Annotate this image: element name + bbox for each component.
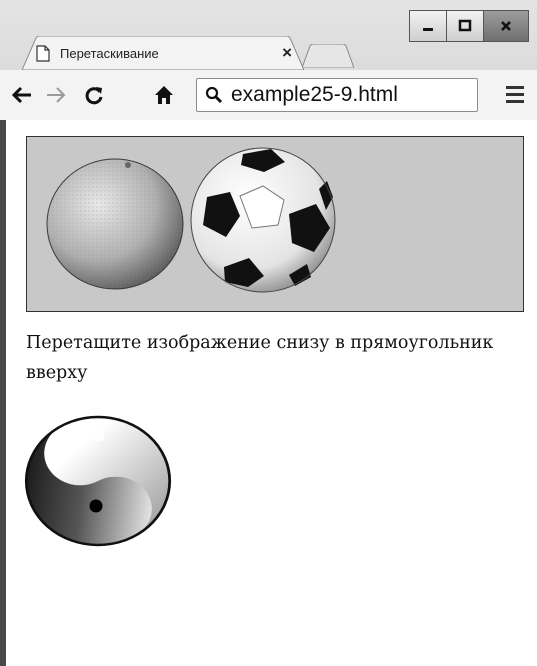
minimize-icon <box>423 28 433 31</box>
minimize-button[interactable] <box>409 10 447 42</box>
close-window-button[interactable] <box>483 10 529 42</box>
toolbar: example25-9.html <box>0 70 537 120</box>
reload-icon <box>85 87 103 105</box>
new-tab-button[interactable] <box>302 44 354 68</box>
tab-title: Перетаскивание <box>60 46 159 61</box>
drop-zone[interactable] <box>26 136 524 312</box>
forward-arrow-icon <box>47 87 66 103</box>
instruction-text: Перетащите изображение снизу в прямоугол… <box>26 333 494 383</box>
hamburger-menu-icon[interactable] <box>503 83 527 105</box>
browser-chrome: Перетаскивание × example25-9.html <box>0 0 537 120</box>
forward-button[interactable] <box>42 81 70 109</box>
window-controls <box>409 10 529 42</box>
home-button[interactable] <box>150 81 178 109</box>
close-window-icon <box>501 21 511 31</box>
url-text: example25-9.html <box>231 83 398 106</box>
back-button[interactable] <box>8 81 36 109</box>
drop-zone-content <box>46 147 336 293</box>
home-icon <box>155 86 173 104</box>
reload-button[interactable] <box>80 81 108 109</box>
document-icon <box>36 45 50 62</box>
address-bar[interactable]: example25-9.html <box>196 78 478 112</box>
tab-active[interactable]: Перетаскивание × <box>22 36 304 70</box>
search-icon <box>205 86 223 104</box>
maximize-button[interactable] <box>446 10 484 42</box>
orange-image[interactable] <box>46 158 184 290</box>
tab-close-button[interactable]: × <box>282 43 292 63</box>
back-arrow-icon <box>11 86 31 104</box>
maximize-icon <box>458 19 472 32</box>
soccer-ball-image[interactable] <box>190 147 336 293</box>
yin-yang-draggable-image[interactable] <box>24 415 172 547</box>
